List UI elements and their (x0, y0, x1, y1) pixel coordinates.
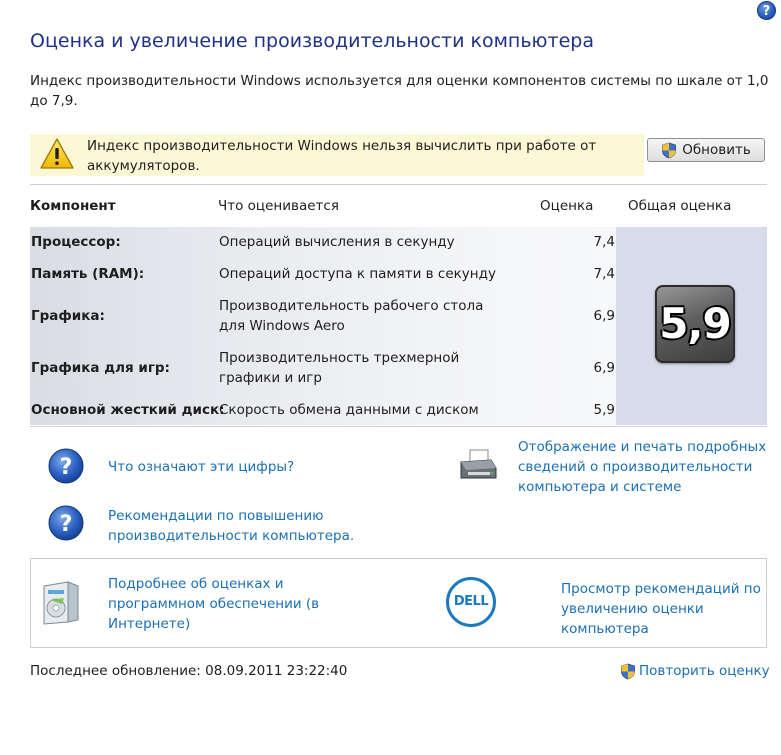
refresh-button-label: Обновить (682, 142, 751, 158)
link-rerun[interactable]: Повторить оценку (639, 661, 770, 681)
row-desc-disk: Скорость обмена данными с диском (219, 402, 479, 418)
shield-icon (621, 663, 635, 679)
row-value-disk: 5,9 (593, 402, 615, 418)
help-icon[interactable]: ? (757, 1, 776, 20)
page-title: Оценка и увеличение производительности к… (30, 30, 595, 52)
row-value-cpu: 7,4 (593, 234, 615, 250)
row-label-disk: Основной жесткий диск: (31, 402, 225, 418)
link-what-numbers[interactable]: Что означают эти цифры? (108, 457, 294, 477)
header-score: Оценка (540, 198, 594, 214)
row-label-cpu: Процессор: (31, 234, 121, 250)
row-desc-cpu: Операций вычисления в секунду (219, 234, 455, 250)
row-label-graphics: Графика: (31, 308, 105, 324)
divider (30, 184, 767, 185)
row-desc-gaming: Производительность трехмерной графики и … (219, 350, 460, 386)
row-value-graphics: 6,9 (593, 308, 615, 324)
header-component: Компонент (30, 198, 116, 214)
svg-text:?: ? (60, 512, 73, 537)
link-online-info[interactable]: Подробнее об оценках и программном обесп… (108, 574, 338, 634)
printer-icon (460, 449, 497, 479)
overall-score-badge: 5,9 (655, 285, 735, 363)
row-value-ram: 7,4 (593, 266, 615, 282)
divider (30, 426, 767, 427)
warning-icon (40, 138, 74, 169)
refresh-button[interactable]: Обновить (647, 138, 765, 162)
software-box-icon (43, 581, 79, 625)
row-label-ram: Память (RAM): (31, 266, 145, 282)
link-tips[interactable]: Рекомендации по повышению производительн… (108, 506, 368, 546)
question-icon: ? (48, 448, 84, 484)
row-value-gaming: 6,9 (593, 360, 615, 376)
shield-icon (662, 142, 677, 158)
header-overall: Общая оценка (628, 198, 732, 214)
warning-text: Индекс производительности Windows нельзя… (87, 138, 597, 174)
row-desc-ram: Операций доступа к памяти в секунду (219, 266, 496, 282)
link-print-details[interactable]: Отображение и печать подробных сведений … (518, 437, 773, 497)
last-update-text: Последнее обновление: 08.09.2011 23:22:4… (30, 663, 348, 679)
svg-text:?: ? (60, 455, 73, 480)
row-desc-graphics: Производительность рабочего стола для Wi… (219, 298, 484, 334)
row-label-gaming: Графика для игр: (31, 360, 170, 376)
dell-logo: DELL (446, 577, 496, 627)
question-icon: ? (48, 505, 84, 541)
link-dell-tips[interactable]: Просмотр рекомендаций по увеличению оцен… (561, 579, 761, 639)
header-what: Что оценивается (218, 198, 339, 214)
page-description: Индекс производительности Windows исполь… (30, 73, 769, 109)
rerun-assessment[interactable]: Повторить оценку (620, 661, 770, 681)
